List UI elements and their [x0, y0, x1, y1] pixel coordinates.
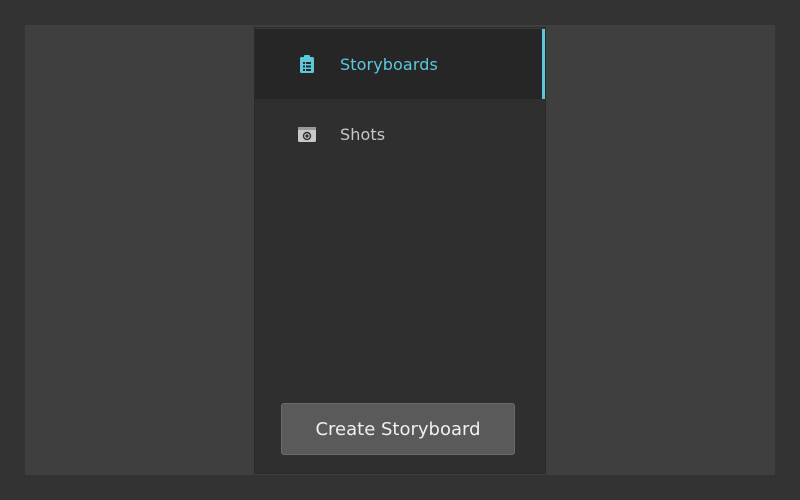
create-storyboard-button[interactable]: Create Storyboard — [281, 403, 515, 455]
camera-icon — [297, 124, 317, 144]
clipboard-icon — [297, 54, 317, 74]
sidebar-item-label: Storyboards — [340, 54, 438, 74]
sidebar-item-storyboards[interactable]: Storyboards — [255, 29, 545, 99]
sidebar-item-label: Shots — [340, 124, 386, 144]
sidebar-panel: Storyboards Shots Create Storyboard — [255, 28, 545, 473]
sidebar-item-shots[interactable]: Shots — [255, 99, 545, 169]
